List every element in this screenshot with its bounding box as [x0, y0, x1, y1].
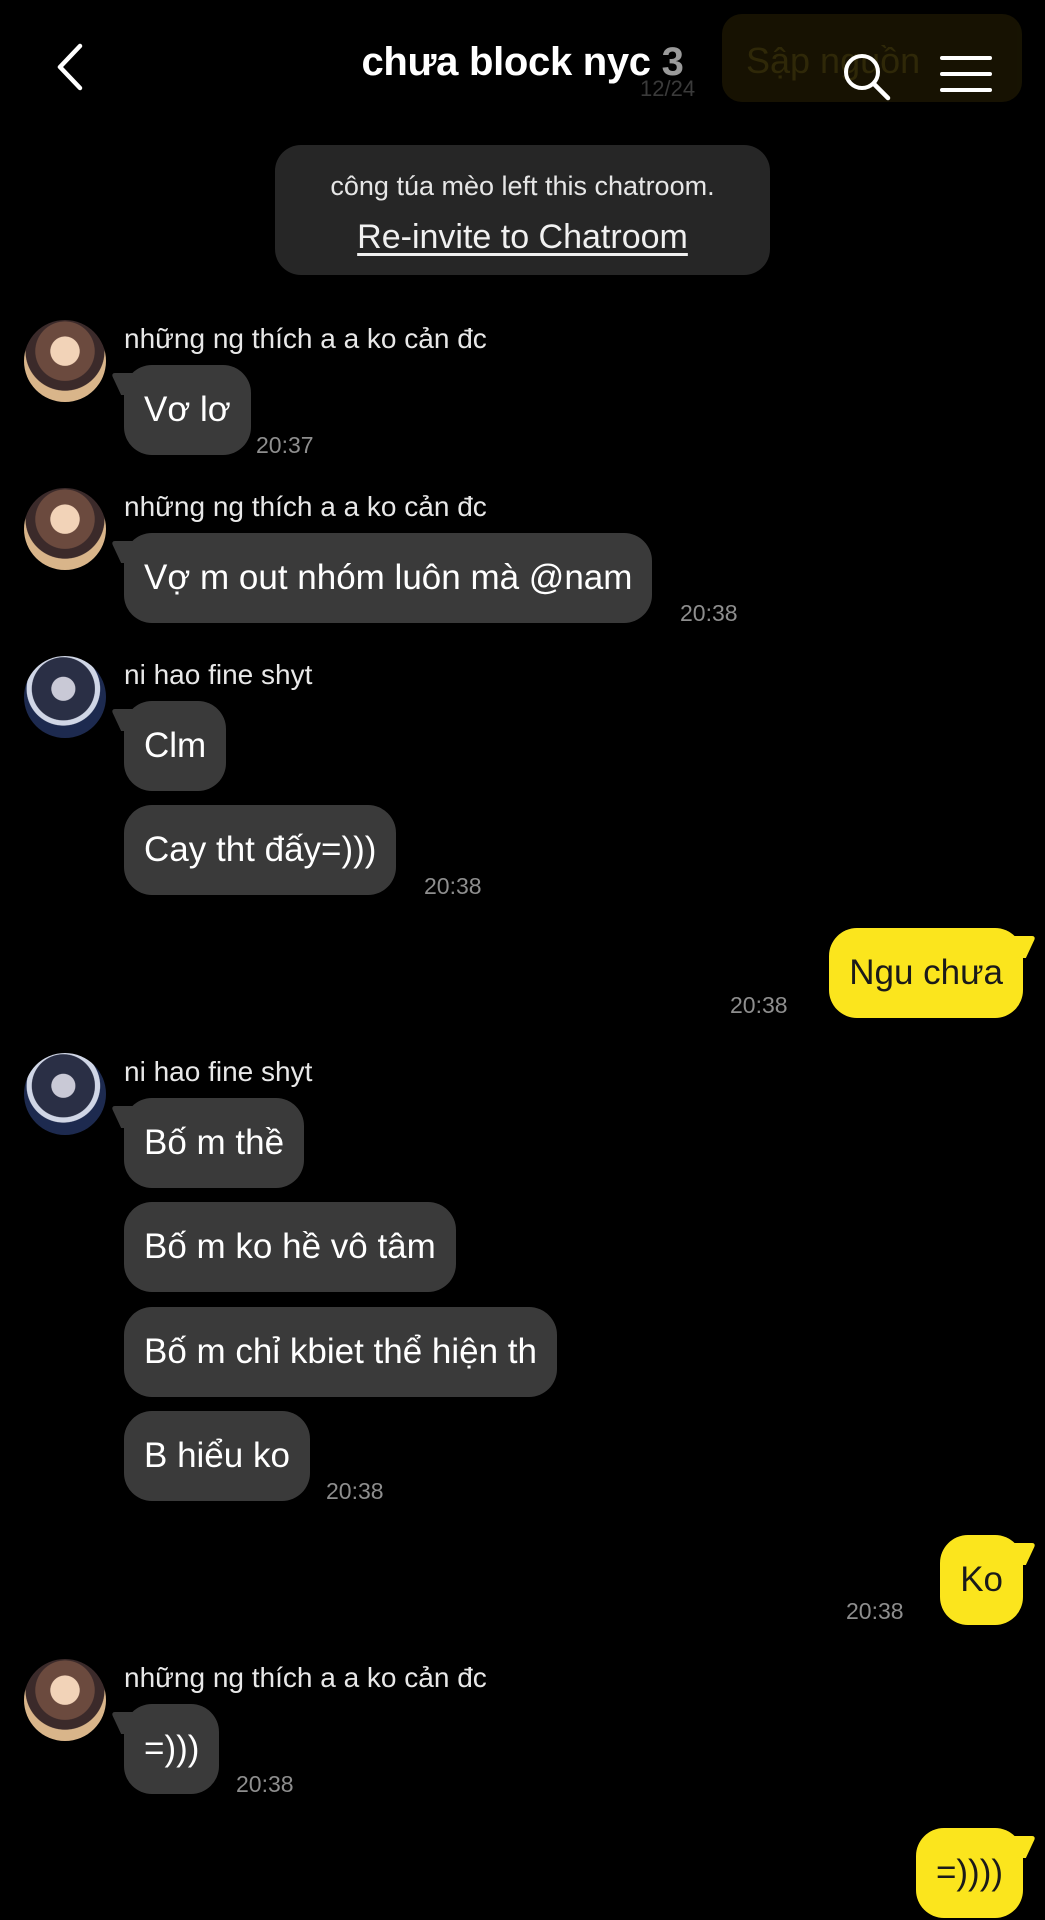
message-bubble[interactable]: Vợ m out nhóm luôn mà @nam [124, 533, 653, 623]
search-button[interactable] [840, 50, 892, 102]
avatar[interactable] [24, 656, 106, 738]
message-bubble[interactable]: Vơ lơ [124, 365, 251, 455]
message-bubble[interactable]: B hiểu ko [124, 1411, 310, 1501]
avatar[interactable] [24, 1053, 106, 1135]
avatar[interactable] [24, 320, 106, 402]
message-time: 20:38 [680, 600, 738, 626]
message-time: 20:38 [730, 992, 788, 1018]
sender-name: những ng thích a a ko cản đc [124, 491, 487, 522]
sender-name: ni hao fine shyt [124, 659, 313, 690]
chat-screen: Sập nguồn 12/24 chưa block nyc 3 công tú… [0, 0, 1045, 1920]
member-count: 3 [661, 40, 684, 84]
left-chatroom-notice: công túa mèo left this chatroom. Re-invi… [275, 145, 770, 275]
my-message-bubble[interactable]: =)))) [915, 1828, 1023, 1918]
message-bubble[interactable]: Bố m chỉ kbiet thể hiện th [124, 1307, 557, 1397]
message-bubble[interactable]: Clm [124, 701, 227, 791]
message-bubble[interactable]: =))) [124, 1704, 220, 1794]
my-message-bubble[interactable]: Ko [940, 1535, 1023, 1625]
hamburger-menu-icon [940, 56, 992, 92]
message-time: 20:38 [846, 1598, 904, 1624]
message-bubble[interactable]: Bố m ko hề vô tâm [124, 1202, 456, 1292]
sender-name: ni hao fine shyt [124, 1056, 313, 1087]
message-bubble[interactable]: Bố m thề [124, 1098, 305, 1188]
avatar[interactable] [24, 488, 106, 570]
search-icon [844, 54, 891, 101]
sender-name: những ng thích a a ko cản đc [124, 1662, 487, 1693]
message-time: 20:37 [256, 432, 314, 458]
chatroom-name: chưa block nyc [361, 40, 651, 84]
chat-header: Sập nguồn 12/24 chưa block nyc 3 [0, 0, 1045, 130]
message-bubble[interactable]: Cay tht đấy=))) [124, 805, 397, 895]
message-time: 20:38 [236, 1771, 294, 1797]
reinvite-link[interactable]: Re-invite to Chatroom [357, 218, 688, 257]
menu-button[interactable] [940, 52, 992, 96]
message-time: 20:38 [424, 873, 482, 899]
avatar[interactable] [24, 1659, 106, 1741]
left-chatroom-text: công túa mèo left this chatroom. [330, 171, 715, 201]
sender-name: những ng thích a a ko cản đc [124, 323, 487, 354]
my-message-bubble[interactable]: Ngu chưa [829, 928, 1023, 1018]
message-time: 20:38 [326, 1478, 384, 1504]
